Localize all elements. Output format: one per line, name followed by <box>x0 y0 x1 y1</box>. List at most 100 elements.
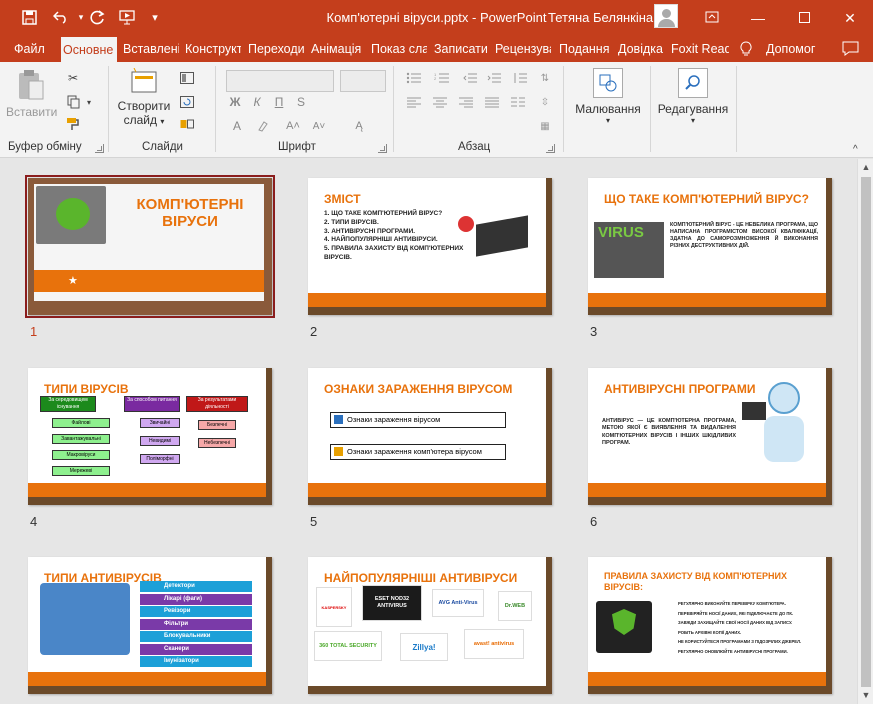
collapse-ribbon-icon[interactable]: ^ <box>853 144 865 155</box>
lightbulb-icon[interactable] <box>740 36 754 62</box>
save-icon[interactable] <box>20 8 38 26</box>
format-painter-icon[interactable] <box>64 116 82 132</box>
tab-transitions[interactable]: Переходи <box>246 36 304 62</box>
new-slide-dropdown-icon: ▾ <box>160 117 165 126</box>
clipboard-dialog-launcher[interactable] <box>95 144 104 153</box>
shapes-icon <box>593 68 623 98</box>
tab-home[interactable]: Основне <box>61 36 117 62</box>
font-name-combo[interactable] <box>226 70 334 92</box>
slide-thumbnail-9[interactable]: ПРАВИЛА ЗАХИСТУ ВІД КОМП'ЮТЕРНИХ ВІРУСІВ… <box>588 557 832 694</box>
clear-formatting-icon[interactable]: Ą <box>350 118 368 134</box>
logo-kaspersky: KASPERSKY <box>316 587 352 627</box>
slide-5-bar-bottom <box>308 497 552 505</box>
highlight-icon[interactable] <box>256 118 270 134</box>
underline-button[interactable]: П <box>272 94 286 110</box>
comments-icon[interactable] <box>842 36 862 62</box>
group-font-label: Шрифт <box>278 141 316 153</box>
slide-3-bar <box>588 293 832 307</box>
tab-slideshow[interactable]: Показ сла <box>369 36 427 62</box>
scroll-up-icon[interactable]: ▲ <box>861 162 871 172</box>
decrease-font-icon[interactable]: A˅ <box>310 118 328 134</box>
reset-icon[interactable] <box>176 94 198 110</box>
tab-insert[interactable]: Вставлені <box>121 36 179 62</box>
maximize-icon[interactable] <box>794 8 814 28</box>
tab-tell-me[interactable]: Допомог <box>764 36 826 62</box>
tab-review[interactable]: Рецензува <box>493 36 551 62</box>
font-color-button[interactable]: A <box>230 118 244 134</box>
new-slide-button[interactable]: Створити слайд ▾ <box>112 67 176 138</box>
slide-9-title-2: ВІРУСІВ: <box>604 582 643 592</box>
section-icon[interactable] <box>176 116 198 132</box>
paragraph-dialog-launcher[interactable] <box>546 144 555 153</box>
align-text-icon[interactable]: ⇳ <box>538 94 552 110</box>
slide-2-item: 4. НАЙПОПУЛЯРНІШІ АНТИВІРУСИ. <box>324 236 438 244</box>
slide-thumbnail-5[interactable]: ОЗНАКИ ЗАРАЖЕННЯ ВІРУСОМ Ознаки зараженн… <box>308 368 552 505</box>
copy-icon[interactable] <box>64 94 82 110</box>
vertical-scrollbar[interactable]: ▲ ▼ <box>857 159 873 704</box>
tab-foxit[interactable]: Foxit Read <box>669 36 729 62</box>
tab-view[interactable]: Подання <box>557 36 609 62</box>
decrease-indent-icon[interactable] <box>462 70 478 86</box>
layout-icon[interactable] <box>176 70 198 86</box>
increase-indent-icon[interactable] <box>486 70 502 86</box>
slide-thumbnail-1[interactable]: КОМП'ЮТЕРНІ ВІРУСИ ★ <box>25 175 275 318</box>
tab-file[interactable]: Файл <box>12 36 50 62</box>
align-center-icon[interactable] <box>430 94 450 110</box>
tab-record[interactable]: Записати <box>432 36 490 62</box>
tab-design[interactable]: Конструкт <box>183 36 241 62</box>
slide-8-edge <box>546 557 552 694</box>
slide-7-bar <box>28 672 272 686</box>
numbering-icon[interactable]: 12 <box>432 70 452 86</box>
font-dialog-launcher[interactable] <box>378 144 387 153</box>
font-size-combo[interactable] <box>340 70 386 92</box>
paste-button[interactable]: Вставити <box>6 68 57 130</box>
slide-7-item: Блокувальники <box>140 631 252 642</box>
tab-help[interactable]: Довідка <box>616 36 666 62</box>
scrollbar-thumb[interactable] <box>861 177 871 687</box>
group-separator <box>108 66 109 152</box>
scroll-down-icon[interactable]: ▼ <box>861 690 871 700</box>
tab-animations[interactable]: Анімація <box>309 36 367 62</box>
columns-icon[interactable] <box>508 94 528 110</box>
align-left-icon[interactable] <box>404 94 424 110</box>
justify-icon[interactable] <box>482 94 502 110</box>
align-right-icon[interactable] <box>456 94 476 110</box>
start-slideshow-icon[interactable] <box>118 8 136 26</box>
slide-number-3: 3 <box>590 324 598 339</box>
smartart-icon[interactable]: ▦ <box>538 118 552 134</box>
drawing-button[interactable]: Малювання ▾ <box>570 68 646 138</box>
slide-thumbnail-4[interactable]: ТИПИ ВІРУСІВ За середовищем існування За… <box>28 368 272 505</box>
group-slides-label: Слайди <box>142 141 183 153</box>
new-slide-label-2-text: слайд <box>123 113 158 127</box>
slide-4-col1-item: Мережеві <box>52 466 110 476</box>
close-icon[interactable]: ✕ <box>840 8 860 28</box>
line-spacing-icon[interactable] <box>512 70 528 86</box>
text-direction-icon[interactable]: ⇅ <box>538 70 552 86</box>
slide-number-4: 4 <box>30 514 38 529</box>
undo-icon[interactable] <box>52 8 70 26</box>
logo-drweb: Dr.WEB <box>498 591 532 621</box>
bullets-icon[interactable] <box>404 70 424 86</box>
italic-button[interactable]: К <box>250 94 264 110</box>
ribbon-display-options-icon[interactable] <box>702 8 722 28</box>
slide-thumbnail-6[interactable]: АНТИВІРУСНІ ПРОГРАМИ АНТИВІРУС — ЦЕ КОМП… <box>588 368 832 505</box>
shadow-button[interactable]: S <box>294 94 308 110</box>
customize-toolbar-icon[interactable]: ▾ <box>146 8 164 26</box>
slide-8-title: НАЙПОПУЛЯРНІШІ АНТИВІРУСИ <box>324 571 518 585</box>
user-avatar[interactable] <box>654 4 678 28</box>
redo-icon[interactable] <box>88 8 106 26</box>
user-name[interactable]: Тетяна Белянкіна <box>548 10 653 25</box>
slide-7-bar-bottom <box>28 686 272 694</box>
copy-dropdown-icon[interactable]: ▾ <box>84 94 94 110</box>
slide-4-head-2: За способом питання <box>124 396 180 412</box>
increase-font-icon[interactable]: A˄ <box>284 118 302 134</box>
minimize-icon[interactable]: — <box>748 8 768 28</box>
editing-button[interactable]: Редагування ▾ <box>654 68 732 138</box>
slide-thumbnail-3[interactable]: ЩО ТАКЕ КОМП'ЮТЕРНИЙ ВІРУС? VIRUS КОМП'Ю… <box>588 178 832 315</box>
slide-thumbnail-2[interactable]: ЗМІСТ 1. ЩО ТАКЕ КОМП'ЮТЕРНИЙ ВІРУС? 2. … <box>308 178 552 315</box>
slide-thumbnail-8[interactable]: НАЙПОПУЛЯРНІШІ АНТИВІРУСИ KASPERSKY ESET… <box>308 557 552 694</box>
slide-thumbnail-7[interactable]: ТИПИ АНТИВІРУСІВ Детектори Лікарі (фаги)… <box>28 557 272 694</box>
slide-7-item: Лікарі (фаги) <box>140 593 252 605</box>
bold-button[interactable]: Ж <box>228 94 242 110</box>
cut-icon[interactable]: ✂ <box>64 70 82 86</box>
